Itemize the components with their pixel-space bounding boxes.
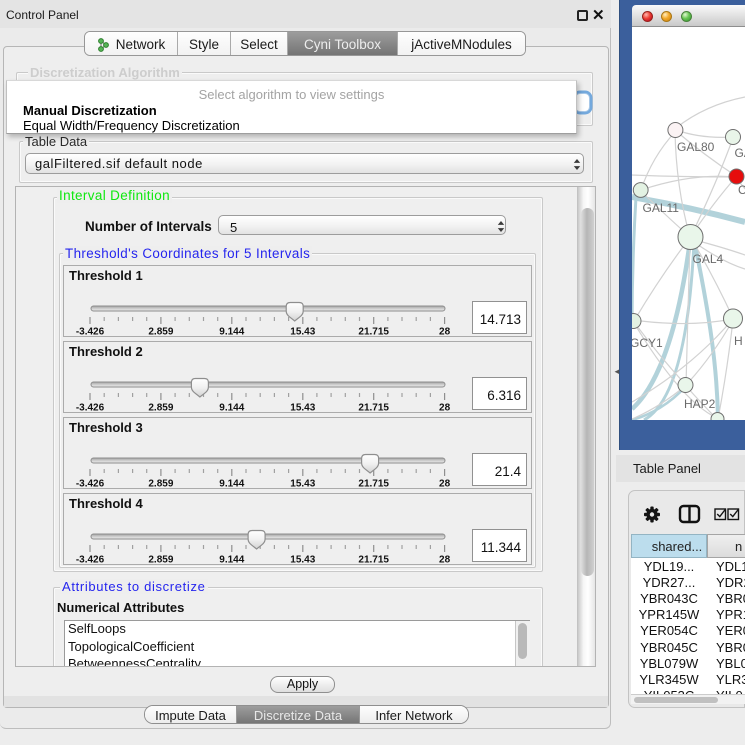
svg-text:28: 28 — [439, 327, 451, 338]
svg-text:21.715: 21.715 — [358, 555, 389, 566]
svg-text:21.715: 21.715 — [358, 479, 389, 490]
svg-text:9.144: 9.144 — [219, 327, 244, 338]
svg-text:15.43: 15.43 — [290, 403, 315, 414]
svg-text:GA: GA — [735, 146, 745, 160]
svg-text:28: 28 — [439, 403, 451, 414]
svg-text:2.859: 2.859 — [148, 327, 173, 338]
svg-text:15.43: 15.43 — [290, 479, 315, 490]
svg-text:-3.426: -3.426 — [76, 479, 105, 490]
svg-text:28: 28 — [439, 479, 451, 490]
svg-text:GAL4: GAL4 — [693, 252, 724, 266]
svg-text:21.715: 21.715 — [358, 327, 389, 338]
svg-text:9.144: 9.144 — [219, 479, 244, 490]
svg-text:9.144: 9.144 — [219, 555, 244, 566]
svg-text:21.715: 21.715 — [358, 403, 389, 414]
svg-text:-3.426: -3.426 — [76, 403, 105, 414]
svg-text:28: 28 — [439, 555, 451, 566]
svg-text:2.859: 2.859 — [148, 555, 173, 566]
svg-text:GCY1: GCY1 — [632, 336, 663, 350]
svg-text:15.43: 15.43 — [290, 555, 315, 566]
svg-text:H: H — [734, 334, 743, 348]
svg-text:2.859: 2.859 — [148, 479, 173, 490]
svg-text:C.: C. — [738, 183, 745, 197]
svg-text:GAL80: GAL80 — [677, 140, 715, 154]
svg-text:-3.426: -3.426 — [76, 327, 105, 338]
svg-text:2.859: 2.859 — [148, 403, 173, 414]
svg-text:HAP2: HAP2 — [684, 397, 716, 411]
svg-text:9.144: 9.144 — [219, 403, 244, 414]
svg-text:15.43: 15.43 — [290, 327, 315, 338]
svg-text:GAL11: GAL11 — [643, 201, 680, 215]
svg-text:-3.426: -3.426 — [76, 555, 105, 566]
